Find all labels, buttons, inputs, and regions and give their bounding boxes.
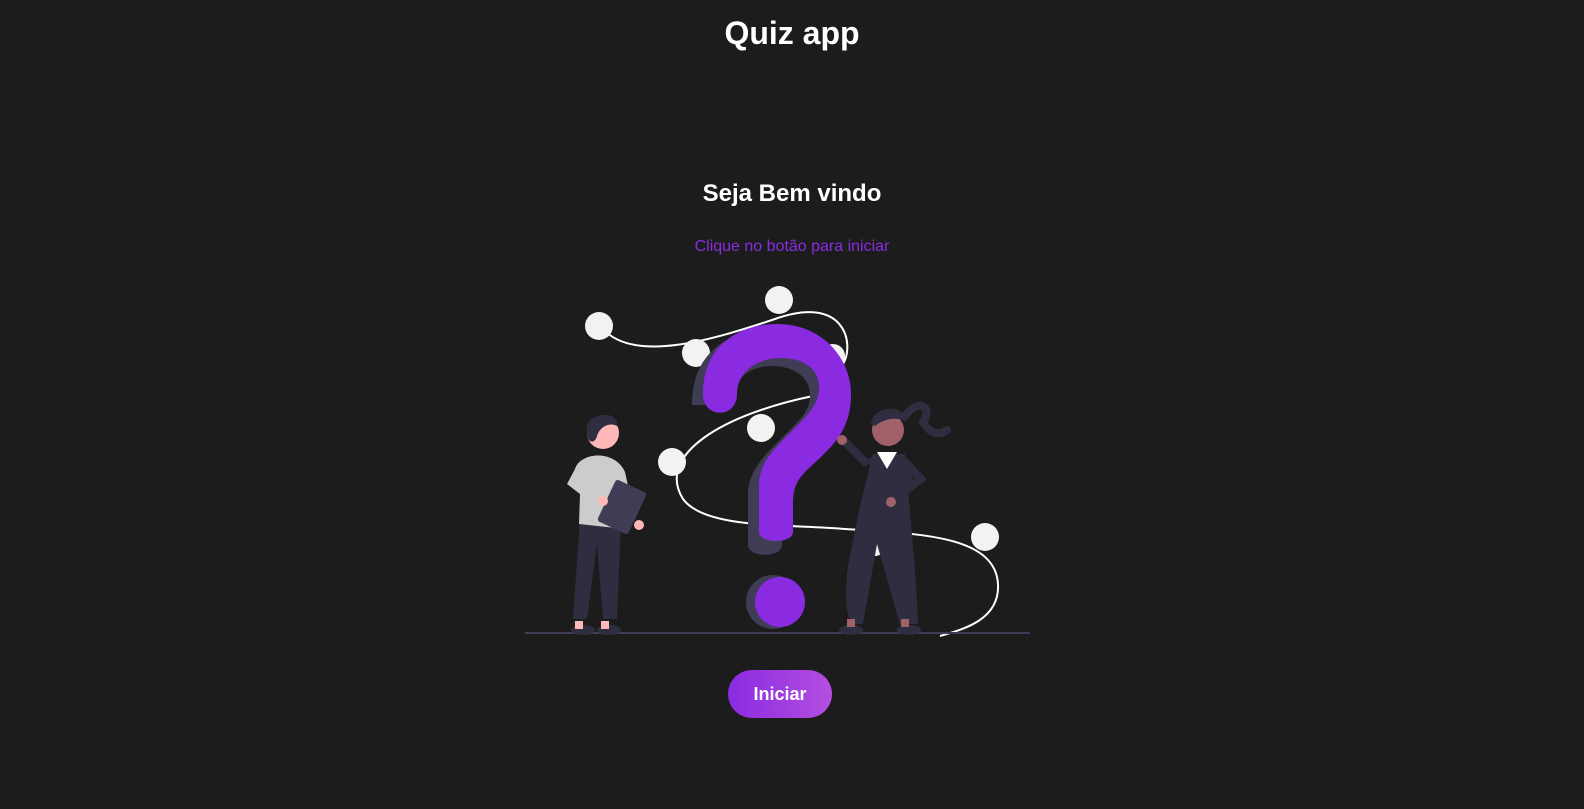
app-title: Quiz app (724, 15, 860, 51)
dot (747, 414, 775, 442)
woman-figure (837, 401, 951, 635)
man-figure (567, 414, 647, 635)
welcome-subtitle: Clique no botão para iniciar (694, 238, 890, 255)
question-mark-people-illustration (525, 286, 1030, 637)
question-dot (755, 577, 805, 627)
dot (971, 523, 999, 551)
dot (658, 448, 686, 476)
question-mark (703, 324, 851, 541)
welcome-title: Seja Bem vindo (702, 180, 882, 207)
dot (765, 286, 793, 314)
app-root: Quiz app Seja Bem vindo Clique no botão … (0, 0, 1584, 809)
dot (585, 312, 613, 340)
start-button[interactable]: Iniciar (728, 670, 832, 718)
